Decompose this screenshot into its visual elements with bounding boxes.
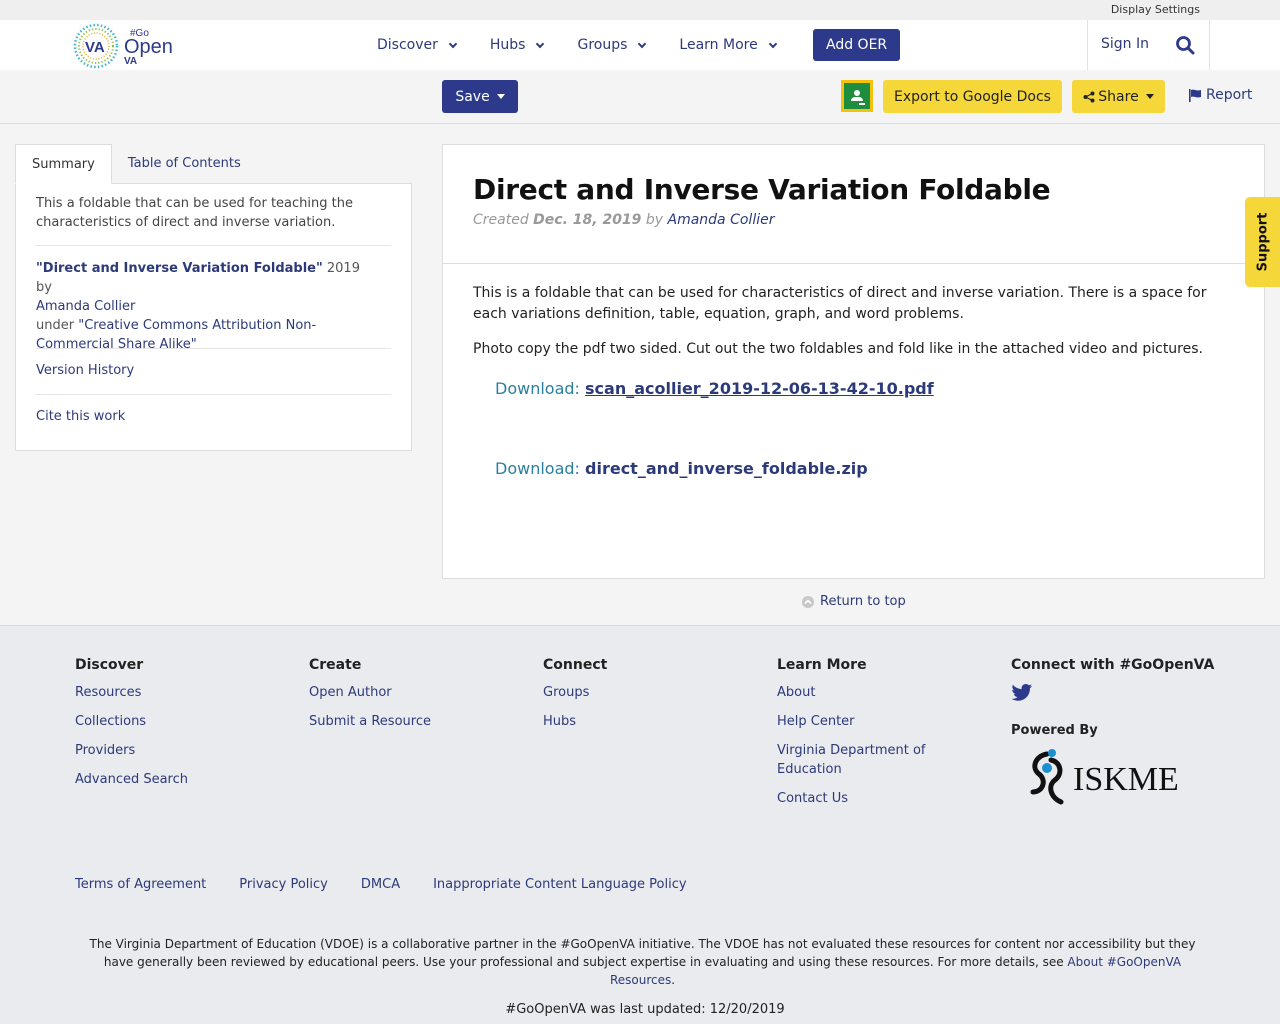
chevron-down-icon — [448, 39, 458, 48]
nav-discover[interactable]: Discover — [377, 37, 458, 53]
footer-col-social: Connect with #GoOpenVA Powered By ISKME — [1011, 657, 1221, 812]
footer-link-resources[interactable]: Resources — [75, 683, 188, 702]
summary-panel: This a foldable that can be used for tea… — [15, 183, 412, 451]
last-updated: #GoOpenVA was last updated: 12/20/2019 — [505, 1002, 785, 1017]
divider — [36, 348, 391, 349]
chevron-down-icon — [536, 39, 545, 48]
footer-link-collections[interactable]: Collections — [75, 712, 188, 731]
caret-down-icon — [496, 94, 505, 99]
report-button[interactable]: Report — [1188, 87, 1252, 103]
account-area: Sign In — [1087, 20, 1210, 70]
created-date: Dec. 18, 2019 — [533, 212, 642, 228]
license-link[interactable]: "Creative Commons Attribution Non-Commer… — [36, 318, 316, 352]
download-link-pdf[interactable]: scan_acollier_2019-12-06-13-42-10.pdf — [585, 379, 934, 398]
footer-heading: Discover — [75, 657, 144, 673]
dmca-link[interactable]: DMCA — [361, 877, 400, 892]
resource-toolbar: Save Export to Google Docs Share Report — [0, 70, 1280, 124]
google-classroom-icon[interactable] — [841, 80, 873, 112]
author-link[interactable]: Amanda Collier — [668, 212, 775, 228]
save-button[interactable]: Save — [442, 80, 518, 113]
version-history-link[interactable]: Version History — [36, 363, 134, 378]
support-tab[interactable]: Support — [1245, 197, 1280, 287]
caret-down-icon — [1145, 94, 1154, 99]
footer-heading: Connect with #GoOpenVA — [1011, 657, 1215, 673]
download-item: Download: direct_and_inverse_foldable.zi… — [495, 459, 868, 478]
left-tabs: Summary Table of Contents — [15, 144, 257, 184]
attribution: "Direct and Inverse Variation Foldable" … — [36, 261, 360, 352]
footer-col-discover: Discover Resources Collections Providers… — [75, 657, 188, 799]
nav-hubs[interactable]: Hubs — [490, 37, 545, 53]
download-link-zip[interactable]: direct_and_inverse_foldable.zip — [585, 459, 868, 478]
footer-link-submit-resource[interactable]: Submit a Resource — [309, 712, 431, 731]
privacy-link[interactable]: Privacy Policy — [239, 877, 328, 892]
arrow-up-circle-icon — [802, 595, 814, 608]
footer-link-vdoe[interactable]: Virginia Department of Education — [777, 741, 947, 779]
svg-text:ISKME: ISKME — [1073, 761, 1179, 798]
content-policy-link[interactable]: Inappropriate Content Language Policy — [433, 877, 686, 892]
footer-link-providers[interactable]: Providers — [75, 741, 188, 760]
author-link[interactable]: Amanda Collier — [36, 299, 135, 314]
tab-table-of-contents[interactable]: Table of Contents — [112, 144, 257, 184]
footer-link-about[interactable]: About — [777, 683, 947, 702]
chevron-down-icon — [638, 39, 647, 48]
nav-learn-more[interactable]: Learn More — [679, 37, 777, 53]
footer-heading: Create — [309, 657, 362, 673]
resource-meta: Created Dec. 18, 2019 by Amanda Collier — [473, 212, 775, 228]
footer-heading: Learn More — [777, 657, 867, 673]
display-settings-link[interactable]: Display Settings — [1111, 3, 1200, 16]
site-header: VA #Go Open VA Discover Hubs Groups Lear… — [0, 20, 1280, 70]
disclaimer: The Virginia Department of Education (VD… — [89, 937, 1196, 987]
main-nav: Discover Hubs Groups Learn More — [377, 20, 810, 70]
divider — [36, 245, 391, 246]
terms-link[interactable]: Terms of Agreement — [75, 877, 206, 892]
divider — [443, 263, 1264, 264]
return-to-top-link[interactable]: Return to top — [802, 594, 906, 609]
description-paragraph: This is a foldable that can be used for … — [473, 285, 1207, 322]
share-button[interactable]: Share — [1072, 80, 1165, 113]
footer-link-hubs[interactable]: Hubs — [543, 712, 607, 731]
footer-col-learn-more: Learn More About Help Center Virginia De… — [777, 657, 947, 818]
cite-link[interactable]: Cite this work — [36, 409, 125, 424]
footer-col-connect: Connect Groups Hubs — [543, 657, 607, 741]
footer-link-help-center[interactable]: Help Center — [777, 712, 947, 731]
goopenva-logo[interactable]: VA #Go Open VA — [70, 22, 180, 70]
page-title: Direct and Inverse Variation Foldable — [473, 173, 1051, 206]
footer-link-advanced-search[interactable]: Advanced Search — [75, 770, 188, 789]
summary-text: This a foldable that can be used for tea… — [36, 196, 353, 230]
instructions-paragraph: Photo copy the pdf two sided. Cut out th… — [473, 341, 1203, 357]
footer-link-groups[interactable]: Groups — [543, 683, 607, 702]
twitter-icon[interactable] — [1011, 683, 1033, 703]
footer-col-create: Create Open Author Submit a Resource — [309, 657, 431, 741]
download-item: Download: scan_acollier_2019-12-06-13-42… — [495, 379, 934, 398]
footer-link-contact-us[interactable]: Contact Us — [777, 789, 947, 808]
powered-by-label: Powered By — [1011, 723, 1098, 738]
site-footer: Discover Resources Collections Providers… — [0, 625, 1280, 1024]
svg-text:VA: VA — [124, 56, 137, 67]
resource-title-link[interactable]: "Direct and Inverse Variation Foldable" — [36, 261, 323, 276]
export-google-docs-button[interactable]: Export to Google Docs — [883, 80, 1062, 113]
search-icon[interactable] — [1175, 35, 1195, 55]
footer-heading: Connect — [543, 657, 608, 673]
flag-icon — [1189, 88, 1201, 102]
tab-summary[interactable]: Summary — [15, 144, 112, 184]
chevron-down-icon — [768, 39, 777, 48]
nav-groups[interactable]: Groups — [577, 37, 647, 53]
share-icon — [1083, 91, 1095, 102]
svg-text:VA: VA — [85, 39, 105, 56]
resource-content: Direct and Inverse Variation Foldable Cr… — [442, 144, 1265, 579]
top-strip: Display Settings — [0, 0, 1280, 20]
divider — [36, 394, 391, 395]
footer-link-open-author[interactable]: Open Author — [309, 683, 431, 702]
sign-in-link[interactable]: Sign In — [1101, 36, 1149, 52]
add-oer-button[interactable]: Add OER — [813, 29, 901, 61]
legal-links: Terms of Agreement Privacy Policy DMCA I… — [75, 877, 720, 892]
iskme-logo[interactable]: ISKME — [1025, 748, 1197, 808]
svg-text:Open: Open — [124, 36, 173, 58]
